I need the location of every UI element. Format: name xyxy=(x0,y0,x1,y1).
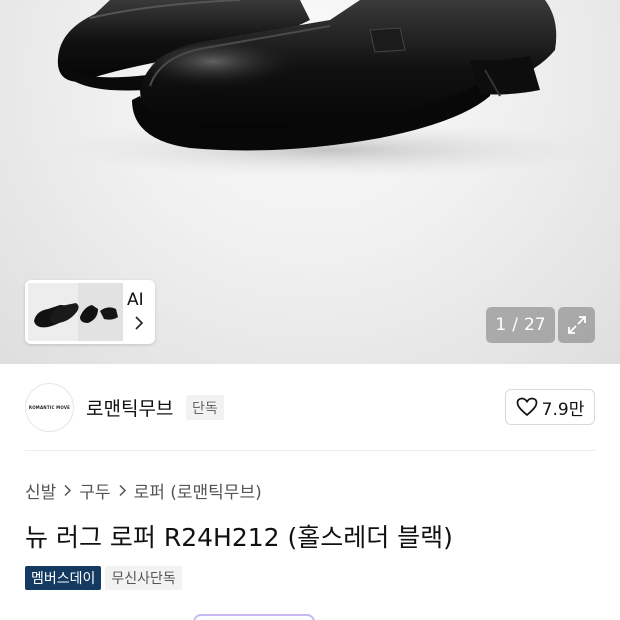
brand-name[interactable]: 로맨틱무브 xyxy=(86,394,173,421)
brand-logo-text: ROMANTIC MOVE xyxy=(28,405,71,410)
breadcrumb-item-loafers[interactable]: 로퍼 (로맨틱무브) xyxy=(134,478,262,503)
expand-button[interactable] xyxy=(558,307,595,343)
image-counter: 1 / 27 xyxy=(486,307,555,343)
like-button[interactable]: 7.9만 xyxy=(505,389,595,425)
image-counter-separator: / xyxy=(512,315,518,335)
product-tags: 멤버스데이 무신사단독 xyxy=(25,566,182,590)
expand-icon xyxy=(567,316,586,334)
heart-icon xyxy=(516,397,538,417)
chevron-right-icon xyxy=(63,484,72,497)
brand-exclusive-badge: 단독 xyxy=(186,395,224,420)
product-title: 뉴 러그 로퍼 R24H212 (홀스레더 블랙) xyxy=(25,523,453,552)
partial-badge-peek xyxy=(193,614,315,620)
brand-logo[interactable]: ROMANTIC MOVE xyxy=(25,383,74,432)
like-count: 7.9만 xyxy=(541,399,585,420)
section-divider xyxy=(25,450,595,451)
tag-members-day: 멤버스데이 xyxy=(25,566,102,590)
chevron-right-icon xyxy=(118,484,127,497)
ai-thumbnail-card[interactable]: AI xyxy=(25,280,155,344)
chevron-right-icon xyxy=(135,316,144,330)
breadcrumb-item-dress-shoes[interactable]: 구두 xyxy=(79,478,110,503)
image-counter-total: 27 xyxy=(523,315,546,335)
image-counter-current: 1 xyxy=(495,315,507,335)
breadcrumb: 신발 구두 로퍼 (로맨틱무브) xyxy=(25,478,262,503)
breadcrumb-item-shoes[interactable]: 신발 xyxy=(25,478,56,503)
thumbnail-image xyxy=(28,283,123,341)
product-image-gallery[interactable]: AI 1 / 27 xyxy=(0,0,620,364)
tag-musinsa-exclusive: 무신사단독 xyxy=(105,566,182,590)
ai-label: AI xyxy=(127,290,144,310)
